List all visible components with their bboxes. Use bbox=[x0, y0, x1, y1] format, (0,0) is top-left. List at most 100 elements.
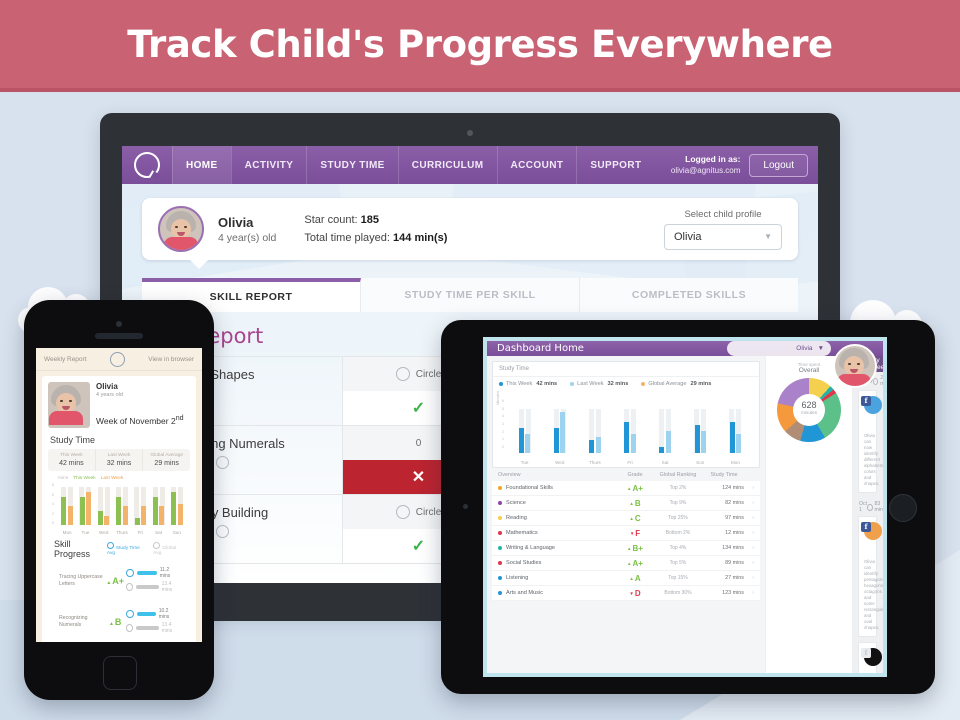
nav-label: STUDY TIME bbox=[320, 159, 385, 171]
study-time-panel: Study Time This Week 42 mins Last Week 3… bbox=[492, 361, 760, 468]
subject-color-dot bbox=[498, 516, 502, 520]
avatar[interactable] bbox=[833, 344, 877, 388]
table-row[interactable]: Writing & Language ▲B+ Top 4% 134 mins › bbox=[492, 541, 760, 556]
stat-last-week: Last Week 32 mins bbox=[96, 449, 144, 471]
child-profile-dropdown[interactable]: Olivia ▼ bbox=[664, 223, 782, 250]
chevron-right-icon: › bbox=[752, 515, 754, 521]
nav-item-support[interactable]: SUPPORT bbox=[576, 146, 654, 184]
chart-bar bbox=[595, 437, 601, 453]
home-button[interactable] bbox=[889, 494, 917, 522]
newsfeed-item[interactable]: Level 3Sling KingOlivia can now identify… bbox=[858, 390, 883, 493]
stat-global-average: Global Average 29 mins bbox=[143, 449, 190, 471]
nav-item-home[interactable]: HOME bbox=[172, 146, 231, 192]
select-child-label: Select child profile bbox=[684, 208, 762, 220]
agnitus-logo-icon[interactable] bbox=[122, 146, 172, 184]
subject-color-dot bbox=[498, 531, 502, 535]
table-row[interactable]: Arts and Music ▼D Bottom 30% 123 mins › bbox=[492, 586, 760, 601]
toggle-study-time-avg[interactable]: Study Time Avg bbox=[106, 542, 147, 556]
newsfeed-item[interactable]: Level 1Animal MemorySkill Failedf bbox=[858, 642, 882, 673]
global-ranking: Top 2% bbox=[669, 485, 687, 491]
chart-bar bbox=[729, 421, 735, 453]
legend-last-week: Last Week bbox=[100, 476, 124, 481]
table-row[interactable]: Mathematics ▼F Bottom 2% 12 mins › bbox=[492, 526, 760, 541]
facebook-share-icon[interactable]: f bbox=[861, 648, 871, 658]
chart-bar-group: Mon bbox=[718, 393, 753, 467]
chart-bar bbox=[134, 517, 140, 525]
table-row[interactable]: Foundational Skills ▲A+ Top 2% 124 mins › bbox=[492, 481, 760, 496]
child-select-dropdown[interactable]: Olivia ▼ bbox=[727, 341, 831, 356]
chart-x-tick: Fri bbox=[627, 460, 633, 465]
nav-item-study-time[interactable]: STUDY TIME bbox=[306, 146, 397, 184]
chart-bar-group: Fri bbox=[133, 483, 147, 535]
nav-label: CURRICULUM bbox=[411, 159, 484, 171]
grade-badge: ▲A+ bbox=[106, 576, 125, 586]
facebook-share-icon[interactable]: f bbox=[861, 522, 871, 532]
chart-bar bbox=[560, 412, 566, 453]
nav-item-account[interactable]: ACCOUNT bbox=[496, 146, 577, 184]
nav-label: ACTIVITY bbox=[244, 159, 294, 171]
trend-down-icon: ▼ bbox=[629, 590, 634, 596]
toggle-global-avg[interactable]: Global Avg bbox=[153, 542, 184, 556]
newsfeed-item[interactable]: Level 2Simple ColorsOlivia can identify … bbox=[858, 516, 883, 637]
subject-color-dot bbox=[498, 501, 502, 505]
chart-x-tick: Thurs bbox=[588, 460, 601, 465]
week-label: Week of November 2nd bbox=[96, 414, 184, 426]
tab-study-time-per-skill[interactable]: STUDY TIME PER SKILL bbox=[361, 278, 580, 312]
cell-label: Circle bbox=[415, 506, 442, 518]
table-row[interactable]: Reading ▲C Top 25% 97 mins › bbox=[492, 511, 760, 526]
subject-name: Mathematics bbox=[506, 530, 538, 536]
tablet-header: Dashboard Home Olivia ▼ bbox=[487, 341, 883, 388]
study-time-value: 82 mins bbox=[725, 500, 744, 506]
nav-item-curriculum[interactable]: CURRICULUM bbox=[397, 146, 497, 184]
phone-child-block: Olivia 4 years old Week of November 2nd bbox=[96, 382, 184, 428]
facebook-share-icon[interactable]: f bbox=[861, 396, 871, 406]
chart-y-axis: 86420 bbox=[52, 483, 54, 525]
check-icon: ✓ bbox=[411, 400, 426, 417]
subject-name: Reading bbox=[506, 515, 527, 521]
tab-completed-skills[interactable]: COMPLETED SKILLS bbox=[580, 278, 798, 312]
table-row[interactable]: Science ▲B Top 9% 82 mins › bbox=[492, 496, 760, 511]
chart-bar-group: Tue bbox=[78, 483, 92, 535]
donut-value: 628 bbox=[801, 400, 817, 410]
chart-bar-group: Sun bbox=[683, 393, 718, 467]
subject-color-dot bbox=[498, 486, 502, 490]
child-name: Olivia bbox=[96, 382, 118, 391]
grade-badge: ▼F bbox=[629, 528, 641, 538]
overview-table-header: Overview Grade Global Ranking Study Time bbox=[492, 468, 760, 481]
chart-bar-group: Tue bbox=[507, 393, 542, 467]
global-ranking: Top 25% bbox=[668, 515, 688, 521]
tablet-screen: Dashboard Home Olivia ▼ Study Time This … bbox=[483, 337, 887, 677]
own-time: 10.2 mins bbox=[158, 608, 170, 620]
chevron-right-icon: › bbox=[752, 500, 754, 506]
th-study-time: Study Time bbox=[710, 472, 738, 478]
subject-color-dot bbox=[498, 561, 502, 565]
nav-item-activity[interactable]: ACTIVITY bbox=[230, 146, 307, 184]
table-row[interactable]: Listening ▲A Top 15% 27 mins › bbox=[492, 571, 760, 586]
panel-title: Study Time bbox=[493, 362, 759, 377]
chart-bar bbox=[694, 424, 700, 453]
trend-up-icon: ▲ bbox=[627, 545, 632, 551]
child-age: 4 years old bbox=[96, 392, 123, 398]
home-button[interactable] bbox=[103, 656, 137, 690]
view-in-browser-link[interactable]: View in browser bbox=[148, 356, 194, 363]
chevron-right-icon: › bbox=[752, 530, 754, 536]
nav-label: HOME bbox=[186, 159, 218, 171]
trend-up-icon: ▲ bbox=[627, 485, 632, 491]
subject-color-dot bbox=[498, 591, 502, 595]
stat-value: 32 mins bbox=[106, 460, 132, 467]
subject-name: Social Studies bbox=[506, 560, 542, 566]
child-profile-selector: Select child profile Olivia ▼ bbox=[664, 209, 782, 250]
study-time-stats: This Week 42 mins Last Week 32 mins Glob… bbox=[48, 449, 190, 471]
table-row[interactable]: Social Studies ▲A+ Top 5% 89 mins › bbox=[492, 556, 760, 571]
global-ranking: Top 15% bbox=[668, 575, 688, 581]
child-name-block: Olivia 4 year(s) old bbox=[218, 215, 276, 244]
chart-bar bbox=[701, 431, 707, 453]
cross-icon: ✕ bbox=[411, 469, 426, 486]
chart-bar bbox=[518, 427, 524, 453]
chart-bar bbox=[553, 427, 559, 453]
logout-button[interactable]: Logout bbox=[749, 153, 808, 177]
subject-name: Listening bbox=[506, 575, 529, 581]
subject-color-dot bbox=[498, 546, 502, 550]
chart-x-tick: Tue bbox=[520, 460, 529, 465]
earpiece-speaker-icon bbox=[95, 333, 143, 339]
